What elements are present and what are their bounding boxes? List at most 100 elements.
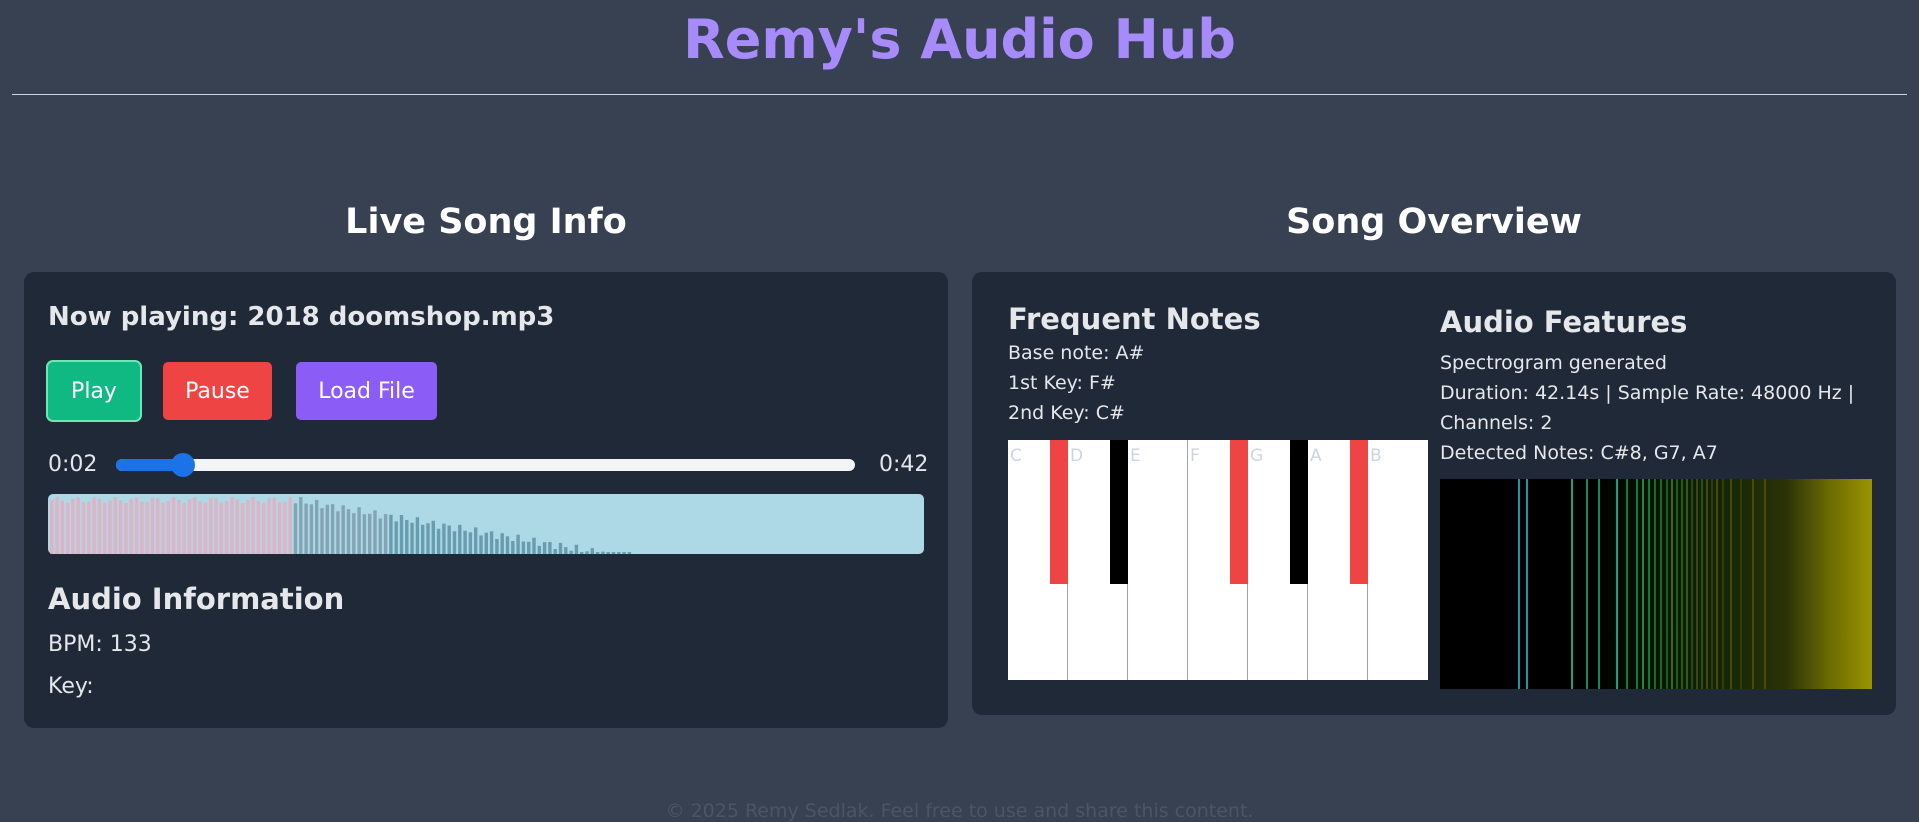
waveform-bar <box>521 541 526 554</box>
spectrogram-band <box>1691 479 1693 689</box>
waveform-bar <box>447 525 451 554</box>
piano-keyboard: C D E F G A B <box>1008 440 1428 680</box>
waveform-bar <box>267 498 271 554</box>
black-key-d-sharp[interactable] <box>1110 440 1128 584</box>
waveform-bar <box>262 502 266 554</box>
spectrogram-band <box>1648 479 1650 689</box>
waveform-bar <box>214 498 218 554</box>
waveform-bar <box>431 520 435 554</box>
waveform-bar <box>532 537 536 554</box>
waveform-bar <box>108 500 112 554</box>
waveform-bar <box>150 497 155 554</box>
waveform-bar <box>256 500 261 554</box>
black-key-c-sharp[interactable] <box>1050 440 1068 584</box>
base-note: Base note: A# <box>1008 342 1145 364</box>
waveform-bar <box>71 498 75 554</box>
waveform-bar <box>368 513 372 554</box>
waveform-bar <box>442 523 446 554</box>
key-label-f: F <box>1190 446 1200 466</box>
spectrogram-band <box>1626 479 1628 689</box>
waveform-bar <box>320 508 324 554</box>
waveform-bar <box>97 498 102 554</box>
spectrogram-band <box>1654 479 1656 689</box>
spectrogram-band <box>1586 479 1588 689</box>
waveform-bar <box>410 522 414 554</box>
pause-button[interactable]: Pause <box>163 362 272 420</box>
waveform-bar <box>166 500 170 554</box>
seek-slider-thumb[interactable] <box>170 453 195 477</box>
waveform-bar <box>548 542 552 554</box>
spectrogram-band <box>1671 479 1673 689</box>
waveform-bar <box>622 552 626 554</box>
waveform-bar <box>315 499 319 554</box>
waveform-bar <box>527 541 531 554</box>
waveform-bar <box>421 524 425 554</box>
waveform-bar <box>50 500 54 554</box>
waveform-bar <box>198 501 202 554</box>
waveform-bar <box>193 497 197 554</box>
waveform-bar <box>484 532 488 554</box>
white-key-b[interactable]: B <box>1368 440 1428 680</box>
waveform-bar <box>574 544 579 554</box>
waveform-bar <box>76 497 80 554</box>
waveform-bar <box>55 497 59 554</box>
now-playing-label: Now playing: 2018 doomshop.mp3 <box>48 302 555 332</box>
waveform-bar <box>235 499 239 554</box>
waveform-bar <box>171 497 176 554</box>
waveform-bar <box>65 502 70 554</box>
waveform-bar <box>627 552 632 554</box>
waveform-bar <box>272 497 276 554</box>
site-title: Remy's Audio Hub <box>683 8 1236 71</box>
waveform-bar <box>288 497 292 554</box>
waveform-bar <box>511 541 515 554</box>
bpm-value: BPM: 133 <box>48 632 152 657</box>
waveform-bar <box>145 502 149 554</box>
waveform-bar <box>129 498 133 554</box>
waveform-bar <box>140 501 144 554</box>
spectrogram-band <box>1642 479 1644 689</box>
seek-slider[interactable] <box>116 453 855 477</box>
spectrogram-band <box>1666 479 1668 689</box>
black-key-f-sharp[interactable] <box>1230 440 1248 584</box>
spectrogram-band <box>1518 479 1520 689</box>
duration-sample-rate: Duration: 42.14s | Sample Rate: 48000 Hz… <box>1440 382 1855 404</box>
waveform-bar <box>182 502 186 554</box>
waveform-bar <box>606 552 610 554</box>
waveform-bar <box>134 497 139 554</box>
key-label-e: E <box>1130 446 1141 466</box>
waveform-bar <box>161 502 165 554</box>
play-button[interactable]: Play <box>48 362 140 420</box>
waveform-bar <box>373 510 377 554</box>
waveform-bar <box>251 497 255 554</box>
waveform-bar <box>580 552 584 554</box>
footer-text: © 2025 Remy Sedlak. Feel free to use and… <box>665 800 1254 822</box>
black-key-g-sharp[interactable] <box>1290 440 1308 584</box>
white-key-e[interactable]: E <box>1128 440 1188 680</box>
waveform-bar <box>389 514 393 554</box>
waveform-bar <box>87 501 91 554</box>
waveform-bar <box>553 549 557 554</box>
waveform-bar <box>601 551 605 554</box>
black-key-a-sharp[interactable] <box>1350 440 1368 584</box>
load-file-button[interactable]: Load File <box>296 362 437 420</box>
spectrogram-band <box>1676 479 1678 689</box>
spectrogram-band <box>1571 479 1573 689</box>
waveform-bar <box>495 538 499 554</box>
waveform-bar <box>118 500 123 554</box>
waveform-bar <box>330 504 335 554</box>
waveform-bar <box>585 551 589 554</box>
waveform-bar <box>479 535 483 554</box>
waveform-bar <box>277 502 282 554</box>
waveform-bar <box>500 533 504 554</box>
spectrogram-band <box>1716 479 1718 689</box>
waveform-bar <box>240 502 245 554</box>
spectrogram-band <box>1722 479 1724 689</box>
waveform-bar <box>590 548 594 554</box>
key-value: Key: <box>48 674 94 699</box>
key-label-c: C <box>1010 446 1022 466</box>
waveform-bar <box>246 499 250 554</box>
frequent-notes-title: Frequent Notes <box>1008 302 1261 336</box>
waveform-bar <box>415 517 420 554</box>
spectrogram-band <box>1696 479 1698 689</box>
audio-features-title: Audio Features <box>1440 305 1688 339</box>
